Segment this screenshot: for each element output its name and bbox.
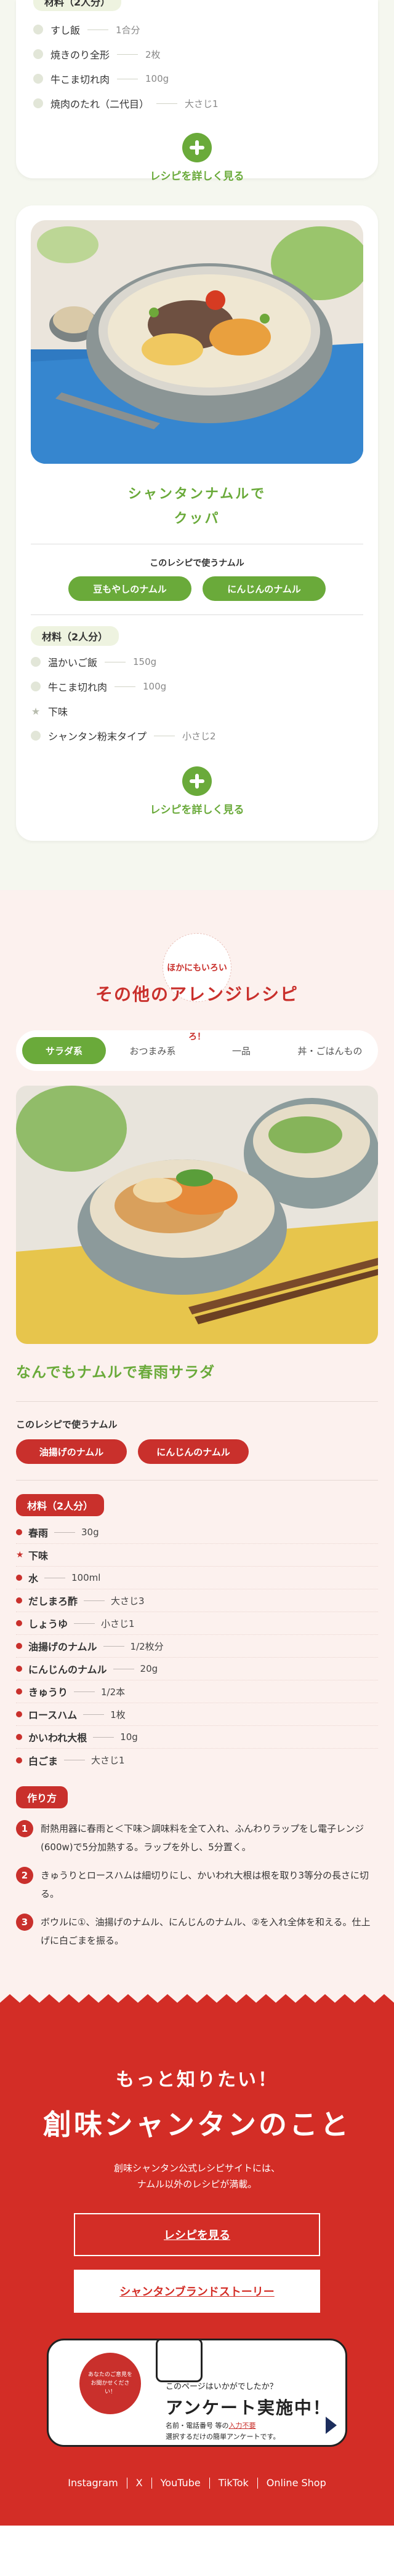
recipe-detail-link[interactable]: レシピを詳しく見る bbox=[33, 167, 361, 183]
section-title: その他のアレンジレシピ bbox=[95, 984, 299, 1004]
ingredient-item: しょうゆ 小さじ1 bbox=[16, 1612, 378, 1635]
view-recipes-button[interactable]: レシピを見る bbox=[74, 2213, 320, 2256]
materials-label: 材料（2人分） bbox=[33, 0, 122, 11]
detail-link-wrap[interactable]: レシピを詳しく見る bbox=[33, 133, 361, 183]
social-links: Instagram X YouTube TikTok Online Shop bbox=[25, 2478, 369, 2489]
survey-banner[interactable]: あなたのご意見を お聞かせください！ このページはいかがでしたか？ アンケート実… bbox=[47, 2339, 347, 2447]
recipe-cards-section: 材料（2人分） すし飯 1合分 焼きのり全形 2枚 牛こま切れ肉 100g 焼肉のたれ… bbox=[0, 0, 394, 890]
brand-footer: もっと知りたい！ 創味シャンタンのこと 創味シャンタン公式レシピサイトには、 ナ… bbox=[0, 1994, 394, 2526]
survey-title: アンケート実施中！ bbox=[166, 2398, 331, 2418]
ingredient-item: 水 100ml bbox=[16, 1567, 378, 1589]
survey-question: このページはいかがでしたか？ bbox=[166, 2382, 278, 2391]
bullet-dot bbox=[31, 657, 41, 667]
detail-link-wrap[interactable]: レシピを詳しく見る bbox=[31, 766, 363, 816]
step-item: 2 きゅうりとロースハムは細切りにし、かいわれ大根は根を取り3等分の長さに切る。 bbox=[16, 1866, 378, 1903]
arrange-recipes-section: ほかにもいろいろ！ その他のアレンジレシピ サラダ系 おつまみ系 一品 丼・ごは… bbox=[0, 890, 394, 2003]
ingredient-item: 春雨 30g bbox=[16, 1521, 378, 1544]
step-item: 1 耐熱用器に春雨と＜下味＞調味料を全て入れ、ふんわりラップをし電子レンジ(600… bbox=[16, 1819, 378, 1856]
ingredient-item: シャンタン粉末タイプ 小さじ2 bbox=[31, 723, 363, 748]
ingredient-item: 焼肉のたれ（二代目） 大さじ1 bbox=[33, 91, 361, 116]
tab-salad[interactable]: サラダ系 bbox=[22, 1037, 106, 1064]
plus-icon[interactable] bbox=[182, 133, 212, 162]
recipe-detail-link[interactable]: レシピを詳しく見る bbox=[31, 801, 363, 816]
namul-buttons: 油揚げのナムル にんじんのナムル bbox=[16, 1439, 378, 1464]
zigzag-divider bbox=[0, 1994, 394, 2011]
materials-label: 材料（2人分） bbox=[31, 626, 119, 646]
ingredient-item: 牛こま切れ肉 100g bbox=[31, 674, 363, 699]
bullet-dot bbox=[33, 49, 43, 59]
ingredient-item: かいわれ大根 10g bbox=[16, 1726, 378, 1749]
bullet-dot bbox=[31, 682, 41, 691]
ingredient-item: 温かいご飯 150g bbox=[31, 650, 363, 674]
namul-button-ninjin[interactable]: にんじんのナムル bbox=[138, 1439, 249, 1464]
survey-note: 名前・電話番号 等の入力不要 選択するだけの簡単アンケートです。 bbox=[166, 2422, 280, 2441]
ingredient-item: ロースハム 1枚 bbox=[16, 1703, 378, 1726]
arrow-right-icon[interactable] bbox=[326, 2417, 337, 2434]
namul-button-ninjin[interactable]: にんじんのナムル bbox=[203, 576, 326, 601]
youtube-link[interactable]: YouTube bbox=[152, 2478, 210, 2489]
ingredient-item: ★ 下味 bbox=[31, 705, 68, 718]
brand-title: 創味シャンタンのこと bbox=[43, 2108, 351, 2141]
bullet-dot bbox=[33, 98, 43, 108]
recipe-card-kuppa: シャンタンナムルで クッパ このレシピで使うナムル 豆もやしのナムル にんじんの… bbox=[16, 205, 378, 841]
materials-label: 材料（2人分） bbox=[16, 1494, 105, 1516]
ingredient-list: すし飯 1合分 焼きのり全形 2枚 牛こま切れ肉 100g 焼肉のたれ（二代目） 大さじ… bbox=[33, 0, 361, 116]
tab-otsumami[interactable]: おつまみ系 bbox=[111, 1037, 195, 1064]
ingredient-item: 白ごま 大さじ1 bbox=[16, 1749, 378, 1771]
bullet-dot bbox=[33, 25, 43, 34]
steps-label: 作り方 bbox=[16, 1786, 68, 1808]
namul-button-aburaage[interactable]: 油揚げのナムル bbox=[16, 1439, 127, 1464]
ingredient-item: 油揚げのナムル 1/2枚分 bbox=[16, 1635, 378, 1658]
tiktok-link[interactable]: TikTok bbox=[210, 2478, 258, 2489]
ingredient-item: すし飯 1合分 bbox=[33, 17, 361, 42]
namul-buttons: 豆もやしのナムル にんじんのナムル bbox=[31, 576, 363, 601]
x-link[interactable]: X bbox=[127, 2478, 152, 2489]
ingredient-list: 温かいご飯 150g 牛こま切れ肉 100g ★ 下味 シャンタン粉末タイプ 小さじ2 bbox=[31, 650, 363, 748]
phone-icon bbox=[156, 2340, 203, 2382]
footer-description: 創味シャンタン公式レシピサイトには、 ナムル以外のレシピが満載。 bbox=[113, 2163, 280, 2190]
namul-button-moyashi[interactable]: 豆もやしのナムル bbox=[68, 576, 191, 601]
kuppa-bowl-image bbox=[31, 220, 363, 464]
survey-bubble: あなたのご意見を お聞かせください！ bbox=[79, 2353, 141, 2414]
footer-motto: もっと知りたい！ bbox=[116, 2069, 278, 2091]
online-shop-link[interactable]: Online Shop bbox=[258, 2478, 335, 2489]
ingredient-item: 焼きのり全形 2枚 bbox=[33, 42, 361, 66]
ingredient-item: だしまろ酢 大さじ3 bbox=[16, 1589, 378, 1612]
instagram-link[interactable]: Instagram bbox=[59, 2478, 127, 2489]
tab-ippin[interactable]: 一品 bbox=[199, 1037, 283, 1064]
recipe-photo-kuppa bbox=[31, 220, 363, 464]
steps-list: 1 耐熱用器に春雨と＜下味＞調味料を全て入れ、ふんわりラップをし電子レンジ(600… bbox=[16, 1819, 378, 1950]
recipe-photo-harusame bbox=[16, 1086, 378, 1344]
recipe-card-sushi: 材料（2人分） すし飯 1合分 焼きのり全形 2枚 牛こま切れ肉 100g 焼肉のたれ… bbox=[16, 0, 378, 183]
plus-icon[interactable] bbox=[182, 766, 212, 796]
star-icon: ★ bbox=[31, 705, 41, 717]
uses-namul-label: このレシピで使うナムル bbox=[16, 1401, 378, 1431]
star-icon: ★ bbox=[16, 1550, 24, 1560]
ingredient-item: にんじんのナムル 20g bbox=[16, 1658, 378, 1680]
harusame-salad-image bbox=[16, 1086, 378, 1344]
bullet-dot bbox=[33, 74, 43, 84]
tab-don-gohan[interactable]: 丼・ごはんもの bbox=[288, 1037, 372, 1064]
ingredient-list: 春雨 30g ★ 下味 水 100ml だしまろ酢 大さじ3 しょうゆ 小さじ1 油揚げの… bbox=[16, 1521, 378, 1771]
kuppa-title: シャンタンナムルで クッパ bbox=[127, 487, 267, 527]
recipe-title: なんでもナムルで春雨サラダ bbox=[16, 1364, 215, 1381]
ingredient-item: 牛こま切れ肉 100g bbox=[33, 66, 361, 91]
bullet-dot bbox=[31, 731, 41, 741]
uses-namul-label: このレシピで使うナムル bbox=[31, 544, 363, 569]
brand-story-button[interactable]: シャンタンブランドストーリー bbox=[74, 2270, 320, 2313]
ingredient-item: きゅうり 1/2本 bbox=[16, 1680, 378, 1703]
step-item: 3 ボウルに①、油揚げのナムル、にんじんのナムル、②を入れ全体を和える。仕上げに白… bbox=[16, 1913, 378, 1950]
ingredient-item: ★ 下味 bbox=[16, 1544, 378, 1567]
